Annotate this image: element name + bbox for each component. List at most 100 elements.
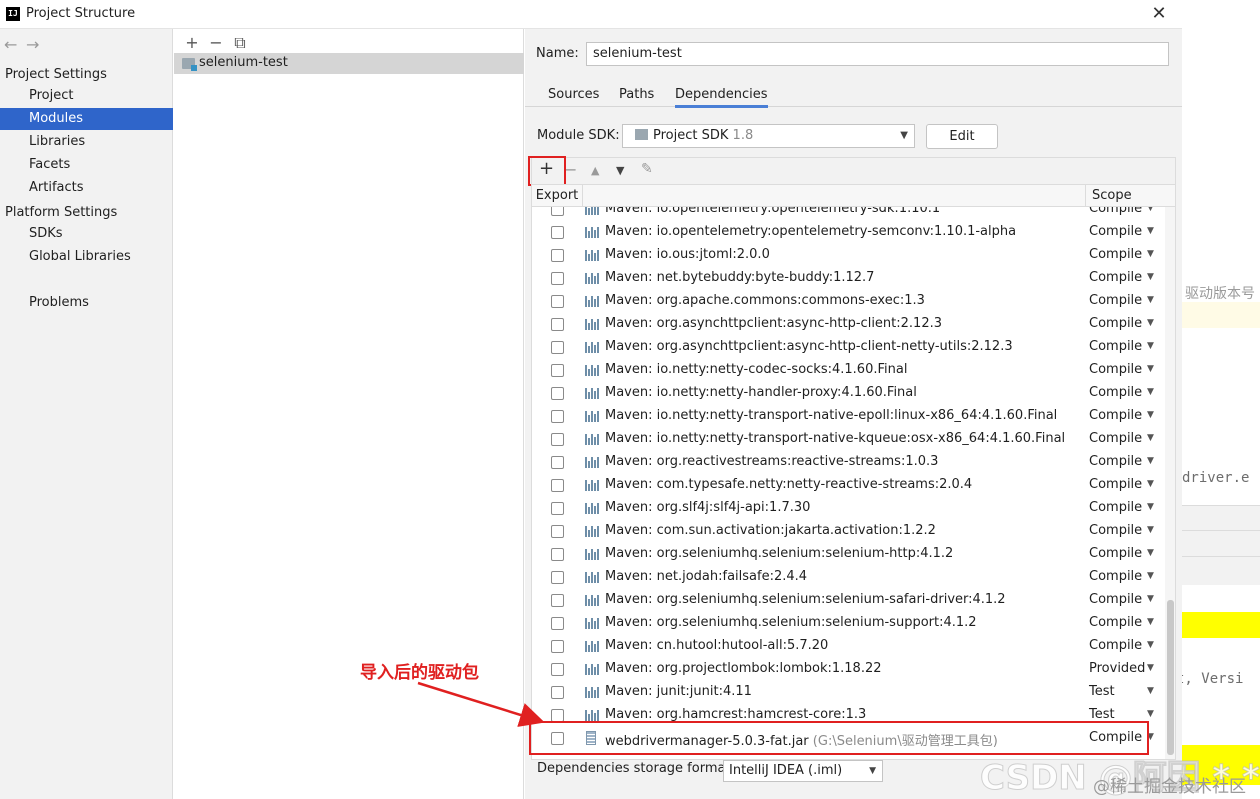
dependency-scope[interactable]: Compile [1089, 500, 1142, 515]
export-checkbox[interactable] [551, 433, 564, 446]
chevron-down-icon[interactable]: ▼ [1147, 548, 1154, 558]
chevron-down-icon[interactable]: ▼ [1147, 594, 1154, 604]
table-row[interactable]: Maven: org.seleniumhq.selenium:selenium-… [532, 612, 1165, 635]
module-name-field[interactable]: selenium-test [586, 42, 1169, 66]
dependency-scope[interactable]: Compile [1089, 592, 1142, 607]
nav-item-sdks[interactable]: SDKs [0, 223, 173, 245]
chevron-down-icon[interactable]: ▼ [1147, 502, 1154, 512]
dependency-scope[interactable]: Compile [1089, 362, 1142, 377]
nav-item-global-libraries[interactable]: Global Libraries [0, 246, 173, 268]
nav-item-artifacts[interactable]: Artifacts [0, 177, 173, 199]
chevron-down-icon[interactable]: ▼ [1147, 617, 1154, 627]
chevron-down-icon[interactable]: ▼ [1147, 479, 1154, 489]
export-checkbox[interactable] [551, 387, 564, 400]
nav-item-libraries[interactable]: Libraries [0, 131, 173, 153]
export-checkbox[interactable] [551, 249, 564, 262]
dependency-scope[interactable]: Compile [1089, 454, 1142, 469]
move-up-button[interactable]: ▲ [591, 164, 599, 177]
export-checkbox[interactable] [551, 207, 564, 216]
arrow-left-icon[interactable]: ← [4, 35, 26, 54]
dependency-scope[interactable]: Provided [1089, 661, 1145, 676]
table-row[interactable]: Maven: io.ous:jtoml:2.0.0 Compile ▼ [532, 244, 1165, 267]
chevron-down-icon[interactable]: ▼ [1147, 571, 1154, 581]
dependency-scope[interactable]: Compile [1089, 247, 1142, 262]
export-checkbox[interactable] [551, 479, 564, 492]
table-row[interactable]: Maven: io.opentelemetry:opentelemetry-sd… [532, 207, 1165, 221]
module-list-item[interactable]: selenium-test [174, 53, 524, 74]
dependency-scope[interactable]: Compile [1089, 207, 1142, 216]
chevron-down-icon[interactable]: ▼ [1147, 295, 1154, 305]
table-row[interactable]: Maven: org.asynchttpclient:async-http-cl… [532, 313, 1165, 336]
chevron-down-icon[interactable]: ▼ [1147, 709, 1154, 719]
chevron-down-icon[interactable]: ▼ [1147, 640, 1154, 650]
chevron-down-icon[interactable]: ▼ [1147, 364, 1154, 374]
table-row[interactable]: Maven: net.bytebuddy:byte-buddy:1.12.7 Co… [532, 267, 1165, 290]
nav-item-facets[interactable]: Facets [0, 154, 173, 176]
export-checkbox[interactable] [551, 364, 564, 377]
vertical-scrollbar[interactable] [1165, 207, 1175, 759]
export-checkbox[interactable] [551, 318, 564, 331]
chevron-down-icon[interactable]: ▼ [1147, 686, 1154, 696]
table-row[interactable]: Maven: junit:junit:4.11 Test ▼ [532, 681, 1165, 704]
table-row[interactable]: Maven: io.netty:netty-transport-native-e… [532, 405, 1165, 428]
tab-sources[interactable]: Sources [548, 87, 599, 102]
add-module-button[interactable]: + [180, 33, 204, 52]
chevron-down-icon[interactable]: ▼ [1147, 387, 1154, 397]
export-checkbox[interactable] [551, 410, 564, 423]
table-row[interactable]: Maven: org.seleniumhq.selenium:selenium-… [532, 543, 1165, 566]
table-row[interactable]: Maven: com.sun.activation:jakarta.activa… [532, 520, 1165, 543]
dependency-scope[interactable]: Compile [1089, 523, 1142, 538]
export-checkbox[interactable] [551, 571, 564, 584]
export-checkbox[interactable] [551, 502, 564, 515]
table-row[interactable]: Maven: org.apache.commons:commons-exec:1… [532, 290, 1165, 313]
table-row[interactable]: Maven: io.netty:netty-transport-native-k… [532, 428, 1165, 451]
table-row[interactable]: Maven: net.jodah:failsafe:2.4.4 Compile ▼ [532, 566, 1165, 589]
table-row[interactable]: Maven: io.opentelemetry:opentelemetry-se… [532, 221, 1165, 244]
chevron-down-icon[interactable]: ▼ [1147, 341, 1154, 351]
module-sdk-select[interactable]: Project SDK 1.8 ▼ [622, 124, 915, 148]
table-row[interactable]: Maven: org.slf4j:slf4j-api:1.7.30 Compile… [532, 497, 1165, 520]
dependency-scope[interactable]: Compile [1089, 477, 1142, 492]
export-checkbox[interactable] [551, 295, 564, 308]
dependency-scope[interactable]: Compile [1089, 615, 1142, 630]
export-checkbox[interactable] [551, 341, 564, 354]
tab-paths[interactable]: Paths [619, 87, 654, 102]
chevron-down-icon[interactable]: ▼ [1147, 207, 1154, 213]
remove-dependency-button[interactable]: − [564, 160, 577, 179]
storage-format-select[interactable]: IntelliJ IDEA (.iml) ▼ [723, 760, 883, 782]
scope-column-header[interactable]: Scope [1085, 185, 1165, 207]
table-row[interactable]: Maven: org.asynchttpclient:async-http-cl… [532, 336, 1165, 359]
dependency-scope[interactable]: Compile [1089, 293, 1142, 308]
scrollbar-thumb[interactable] [1167, 600, 1174, 755]
table-row[interactable]: Maven: io.netty:netty-handler-proxy:4.1.… [532, 382, 1165, 405]
chevron-down-icon[interactable]: ▼ [1147, 433, 1154, 443]
table-row[interactable]: Maven: com.typesafe.netty:netty-reactive… [532, 474, 1165, 497]
arrow-right-icon[interactable]: → [26, 35, 48, 54]
chevron-down-icon[interactable]: ▼ [1147, 318, 1154, 328]
chevron-down-icon[interactable]: ▼ [1147, 525, 1154, 535]
export-checkbox[interactable] [551, 272, 564, 285]
table-row[interactable]: Maven: io.netty:netty-codec-socks:4.1.60… [532, 359, 1165, 382]
export-checkbox[interactable] [551, 548, 564, 561]
dependency-scope[interactable]: Compile [1089, 408, 1142, 423]
dependency-scope[interactable]: Compile [1089, 569, 1142, 584]
table-row[interactable]: Maven: org.seleniumhq.selenium:selenium-… [532, 589, 1165, 612]
export-column-header[interactable]: Export [532, 185, 583, 207]
chevron-down-icon[interactable]: ▼ [1147, 410, 1154, 420]
export-checkbox[interactable] [551, 663, 564, 676]
remove-module-button[interactable]: − [204, 33, 228, 52]
dependency-scope[interactable]: Compile [1089, 316, 1142, 331]
nav-item-modules[interactable]: Modules [0, 108, 173, 130]
dependency-scope[interactable]: Compile [1089, 431, 1142, 446]
export-checkbox[interactable] [551, 525, 564, 538]
export-checkbox[interactable] [551, 456, 564, 469]
move-down-button[interactable]: ▼ [616, 164, 624, 177]
chevron-down-icon[interactable]: ▼ [1147, 226, 1154, 236]
dependency-scope[interactable]: Compile [1089, 546, 1142, 561]
edit-dependency-button[interactable]: ✎ [641, 161, 653, 177]
export-checkbox[interactable] [551, 640, 564, 653]
nav-item-project[interactable]: Project [0, 85, 173, 107]
export-checkbox[interactable] [551, 686, 564, 699]
dependency-scope[interactable]: Compile [1089, 638, 1142, 653]
dependency-scope[interactable]: Compile [1089, 224, 1142, 239]
